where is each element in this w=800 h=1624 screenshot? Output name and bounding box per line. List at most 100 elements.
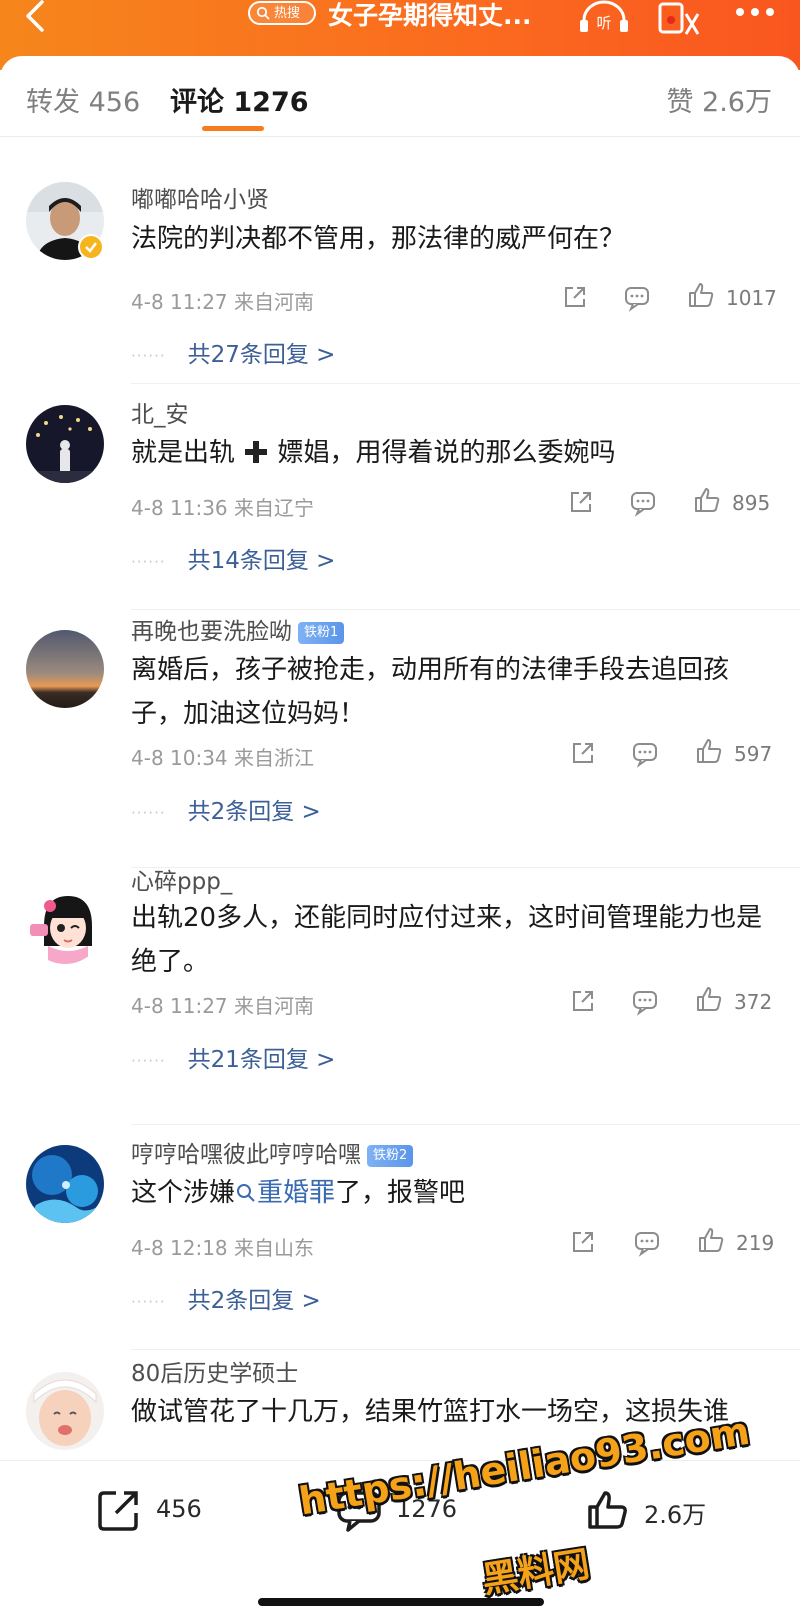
comment-text: 离婚后，孩子被抢走，动用所有的法律手段去追回孩子，加油这位妈妈！ bbox=[131, 655, 730, 729]
comment-item: 北_安 就是出轨 嫖娼，用得着说的那么委婉吗 4-8 11:36 来自辽宁 89… bbox=[0, 385, 800, 610]
tab-repost[interactable]: 转发 456 bbox=[26, 80, 140, 119]
view-replies-link[interactable]: ······ 共21条回复 > bbox=[131, 1040, 335, 1074]
replies-dots: ······ bbox=[131, 803, 166, 822]
page-title: 女子孕期得知丈... bbox=[328, 1, 532, 30]
view-replies-link[interactable]: ······ 共2条回复 > bbox=[131, 1281, 321, 1315]
avatar-image bbox=[26, 630, 104, 708]
red-packet-button[interactable] bbox=[656, 0, 700, 36]
comment-item: 心碎ppp_ 出轨20多人，还能同时应付过来，这时间管理能力也是绝了。 4-8 … bbox=[0, 868, 800, 1125]
replies-label: 共2条回复 > bbox=[187, 1288, 321, 1314]
comment-text: 出轨20多人，还能同时应付过来，这时间管理能力也是绝了。 bbox=[131, 903, 763, 977]
comment-username[interactable]: 再晚也要洗脸呦 铁粉1 bbox=[131, 612, 345, 646]
replies-dots: ······ bbox=[131, 552, 166, 571]
share-icon bbox=[98, 1491, 138, 1531]
username-text: 哼哼哈嘿彼此哼哼哈嘿 bbox=[131, 1142, 361, 1168]
avatar[interactable] bbox=[26, 630, 104, 708]
comment-meta: 4-8 11:27 来自河南 bbox=[131, 286, 314, 315]
topic-label: 重婚罪 bbox=[257, 1178, 336, 1208]
comment-text-part: 就是出轨 bbox=[131, 438, 244, 468]
repost-action[interactable] bbox=[96, 1487, 142, 1537]
avatar-image bbox=[26, 1145, 104, 1223]
comment-item: 再晚也要洗脸呦 铁粉1 离婚后，孩子被抢走，动用所有的法律手段去追回孩子，加油这位… bbox=[0, 610, 800, 868]
like-thumb-icon[interactable] bbox=[692, 485, 722, 515]
fan-badge: 铁粉1 bbox=[298, 621, 345, 644]
listen-label: 听 bbox=[596, 14, 611, 32]
like-action[interactable] bbox=[584, 1487, 630, 1537]
listen-button[interactable]: 听 bbox=[578, 0, 630, 34]
topic-search-link[interactable]: 重婚罪 bbox=[235, 1178, 335, 1208]
divider bbox=[131, 383, 800, 384]
comment-time: 4-8 12:18 bbox=[131, 1236, 228, 1260]
avatar[interactable] bbox=[26, 886, 104, 964]
like-thumb-icon bbox=[588, 1491, 627, 1529]
comment-text: 就是出轨 嫖娼，用得着说的那么委婉吗 bbox=[131, 431, 776, 475]
comment-meta: 4-8 10:34 来自浙江 bbox=[131, 742, 314, 771]
more-dots-icon bbox=[736, 8, 774, 16]
more-button[interactable] bbox=[730, 0, 780, 30]
comment-meta: 4-8 11:36 来自辽宁 bbox=[131, 492, 314, 521]
comment-username[interactable]: 心碎ppp_ bbox=[131, 862, 232, 896]
avatar[interactable] bbox=[26, 405, 104, 483]
comment-icon[interactable] bbox=[628, 487, 658, 517]
share-icon[interactable] bbox=[568, 738, 598, 768]
red-packet-icon bbox=[658, 2, 700, 35]
share-icon[interactable] bbox=[566, 487, 596, 517]
tab-bar: 转发 456 评论 1276 赞 2.6万 bbox=[0, 56, 800, 137]
replies-dots: ······ bbox=[131, 346, 166, 365]
comment-username[interactable]: 哼哼哈嘿彼此哼哼哈嘿 铁粉2 bbox=[131, 1135, 414, 1169]
replies-label: 共2条回复 > bbox=[187, 799, 321, 825]
comment-item: 哼哼哈嘿彼此哼哼哈嘿 铁粉2 这个涉嫌 重婚罪了，报警吧 4-8 12:18 来自山… bbox=[0, 1125, 800, 1350]
share-icon[interactable] bbox=[568, 986, 598, 1016]
like-count: 219 bbox=[736, 1231, 775, 1255]
comment-username[interactable]: 嘟嘟哈哈小贤 bbox=[131, 180, 269, 214]
share-icon[interactable] bbox=[568, 1227, 598, 1257]
avatar-image bbox=[26, 886, 104, 964]
like-thumb-icon[interactable] bbox=[696, 1225, 726, 1255]
avatar[interactable] bbox=[26, 1145, 104, 1223]
like-thumb-icon[interactable] bbox=[686, 280, 716, 310]
search-icon bbox=[237, 1184, 255, 1202]
comment-meta: 4-8 11:27 来自河南 bbox=[131, 990, 314, 1019]
like-thumb-icon[interactable] bbox=[694, 984, 724, 1014]
plus-emoji-icon bbox=[245, 441, 268, 463]
like-count: 597 bbox=[734, 742, 773, 766]
repost-count: 456 bbox=[156, 1495, 202, 1523]
hot-search-badge[interactable]: 热搜 bbox=[248, 1, 316, 25]
tab-comments[interactable]: 评论 1276 bbox=[170, 80, 309, 119]
replies-dots: ······ bbox=[131, 1292, 166, 1311]
replies-dots: ······ bbox=[131, 1051, 166, 1070]
comment-icon[interactable] bbox=[632, 1227, 662, 1257]
like-thumb-icon[interactable] bbox=[694, 736, 724, 766]
avatar[interactable] bbox=[26, 1372, 104, 1450]
search-icon bbox=[256, 6, 270, 20]
replies-label: 共21条回复 > bbox=[187, 1047, 336, 1073]
back-button[interactable] bbox=[12, 0, 62, 40]
view-replies-link[interactable]: ······ 共2条回复 > bbox=[131, 792, 321, 826]
comment-item: 嘟嘟哈哈小贤 法院的判决都不管用，那法律的威严何在？ 4-8 11:27 来自河… bbox=[0, 160, 800, 385]
comment-text-part: 嫖娼，用得着说的那么委婉吗 bbox=[269, 438, 616, 468]
comment-time: 4-8 11:36 bbox=[131, 496, 228, 520]
comment-time: 4-8 11:27 bbox=[131, 290, 228, 314]
comment-icon[interactable] bbox=[630, 986, 660, 1016]
tab-likes[interactable]: 赞 2.6万 bbox=[666, 80, 772, 119]
comment-icon[interactable] bbox=[622, 282, 652, 312]
comment-icon[interactable] bbox=[630, 738, 660, 768]
view-replies-link[interactable]: ······ 共27条回复 > bbox=[131, 335, 335, 369]
comment-username[interactable]: 80后历史学硕士 bbox=[131, 1354, 298, 1388]
headphones-icon: 听 bbox=[580, 0, 628, 32]
share-icon[interactable] bbox=[560, 282, 590, 312]
replies-label: 共27条回复 > bbox=[187, 342, 336, 368]
verified-icon bbox=[78, 234, 104, 260]
comment-time: 4-8 11:27 bbox=[131, 994, 228, 1018]
comment-location: 来自河南 bbox=[234, 994, 315, 1018]
comment-location: 来自浙江 bbox=[234, 746, 315, 770]
like-count: 372 bbox=[734, 990, 773, 1014]
replies-label: 共14条回复 > bbox=[187, 548, 336, 574]
comment-text: 这个涉嫌 重婚罪了，报警吧 bbox=[131, 1171, 776, 1215]
comment-username[interactable]: 北_安 bbox=[131, 395, 189, 429]
comment-location: 来自辽宁 bbox=[234, 496, 315, 520]
view-replies-link[interactable]: ······ 共14条回复 > bbox=[131, 541, 335, 575]
avatar-image bbox=[26, 405, 104, 483]
comment-meta: 4-8 12:18 来自山东 bbox=[131, 1232, 314, 1261]
like-count: 1017 bbox=[726, 286, 777, 310]
